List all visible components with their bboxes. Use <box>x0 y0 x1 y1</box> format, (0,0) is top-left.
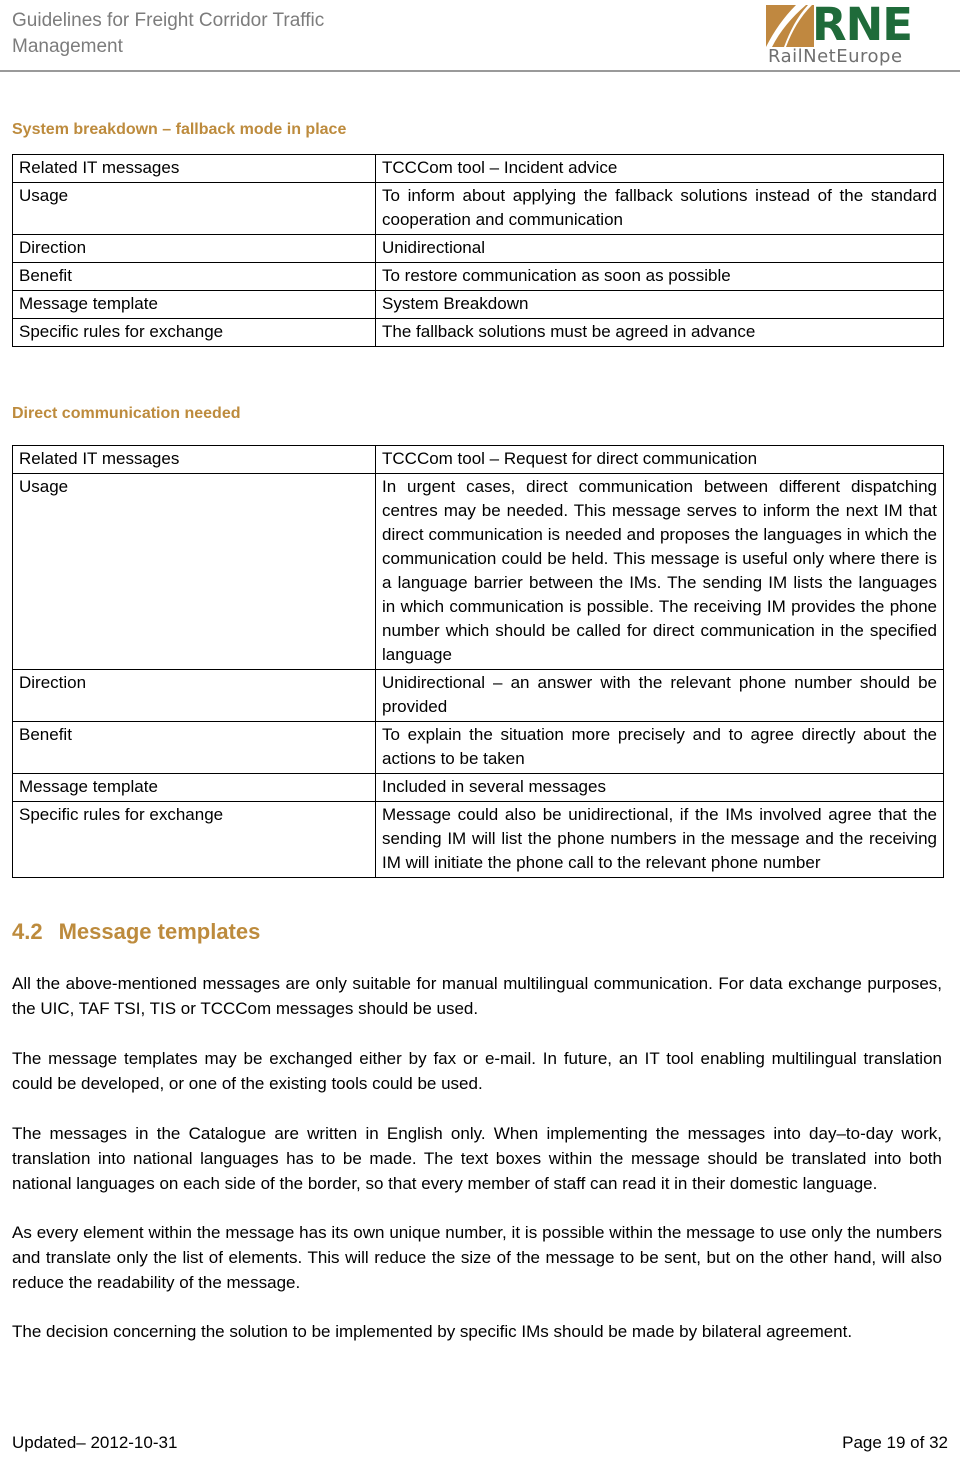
page-header: Guidelines for Freight Corridor Traffic … <box>0 0 960 72</box>
footer-updated: Updated– 2012-10-31 <box>12 1433 178 1452</box>
paragraph: The messages in the Catalogue are writte… <box>12 1124 942 1193</box>
page-content: System breakdown – fallback mode in plac… <box>0 120 960 1344</box>
row-value: In urgent cases, direct communication be… <box>375 473 944 670</box>
rne-rail-track-mark <box>766 5 814 47</box>
table-direct-communication: Related IT messages TCCCom tool – Reques… <box>12 445 944 878</box>
row-label: Message template <box>12 290 376 319</box>
row-label: Benefit <box>12 721 376 774</box>
row-value: TCCCom tool – Incident advice <box>375 154 944 183</box>
rne-wordmark: RNE <box>812 0 913 51</box>
rne-logo: RNE RailNetEurope <box>766 0 952 67</box>
footer-page-number: Page 19 of 32 <box>842 1433 948 1452</box>
table-row: Message template System Breakdown <box>12 290 944 319</box>
row-value: System Breakdown <box>375 290 944 319</box>
heading-direct-communication: Direct communication needed <box>12 405 241 422</box>
table-row: Direction Unidirectional <box>12 234 944 263</box>
row-label: Usage <box>12 182 376 235</box>
row-value: To explain the situation more precisely … <box>375 721 944 774</box>
row-label: Benefit <box>12 262 376 291</box>
heading-message-templates: 4.2 Message templates <box>12 918 950 946</box>
row-value: The fallback solutions must be agreed in… <box>375 318 944 347</box>
heading-number: 4.2 <box>12 919 43 944</box>
row-label: Message template <box>12 773 376 802</box>
table-row: Direction Unidirectional – an answer wit… <box>12 669 944 722</box>
table-system-breakdown: Related IT messages TCCCom tool – Incide… <box>12 154 944 347</box>
table-row: Specific rules for exchange Message coul… <box>12 801 944 878</box>
row-label: Direction <box>12 234 376 263</box>
paragraph: The message templates may be exchanged e… <box>12 1049 942 1093</box>
header-divider <box>0 70 960 72</box>
table-row: Related IT messages TCCCom tool – Incide… <box>12 154 944 183</box>
table-row: Usage In urgent cases, direct communicat… <box>12 473 944 670</box>
table-row: Benefit To explain the situation more pr… <box>12 721 944 774</box>
row-value: Included in several messages <box>375 773 944 802</box>
table-row: Message template Included in several mes… <box>12 773 944 802</box>
row-label: Related IT messages <box>12 154 376 183</box>
table-row: Related IT messages TCCCom tool – Reques… <box>12 445 944 474</box>
table-row: Usage To inform about applying the fallb… <box>12 182 944 235</box>
row-value: To inform about applying the fallback so… <box>375 182 944 235</box>
row-value: To restore communication as soon as poss… <box>375 262 944 291</box>
table-row: Specific rules for exchange The fallback… <box>12 318 944 347</box>
rne-subtitle: RailNetEurope <box>768 46 903 67</box>
row-value: TCCCom tool – Request for direct communi… <box>375 445 944 474</box>
document-title: Guidelines for Freight Corridor Traffic … <box>12 10 325 57</box>
heading-system-breakdown: System breakdown – fallback mode in plac… <box>12 121 347 138</box>
row-value: Unidirectional <box>375 234 944 263</box>
paragraph: All the above-mentioned messages are onl… <box>12 974 942 1018</box>
paragraph: As every element within the message has … <box>12 1223 942 1292</box>
table-row: Benefit To restore communication as soon… <box>12 262 944 291</box>
row-value: Message could also be unidirectional, if… <box>375 801 944 878</box>
heading-text: Message templates <box>58 919 261 944</box>
row-value: Unidirectional – an answer with the rele… <box>375 669 944 722</box>
row-label: Related IT messages <box>12 445 376 474</box>
row-label: Direction <box>12 669 376 722</box>
row-label: Specific rules for exchange <box>12 801 376 878</box>
page-footer: Updated– 2012-10-31 Page 19 of 32 <box>12 1431 948 1455</box>
row-label: Usage <box>12 473 376 670</box>
row-label: Specific rules for exchange <box>12 318 376 347</box>
paragraph: The decision concerning the solution to … <box>12 1322 853 1341</box>
